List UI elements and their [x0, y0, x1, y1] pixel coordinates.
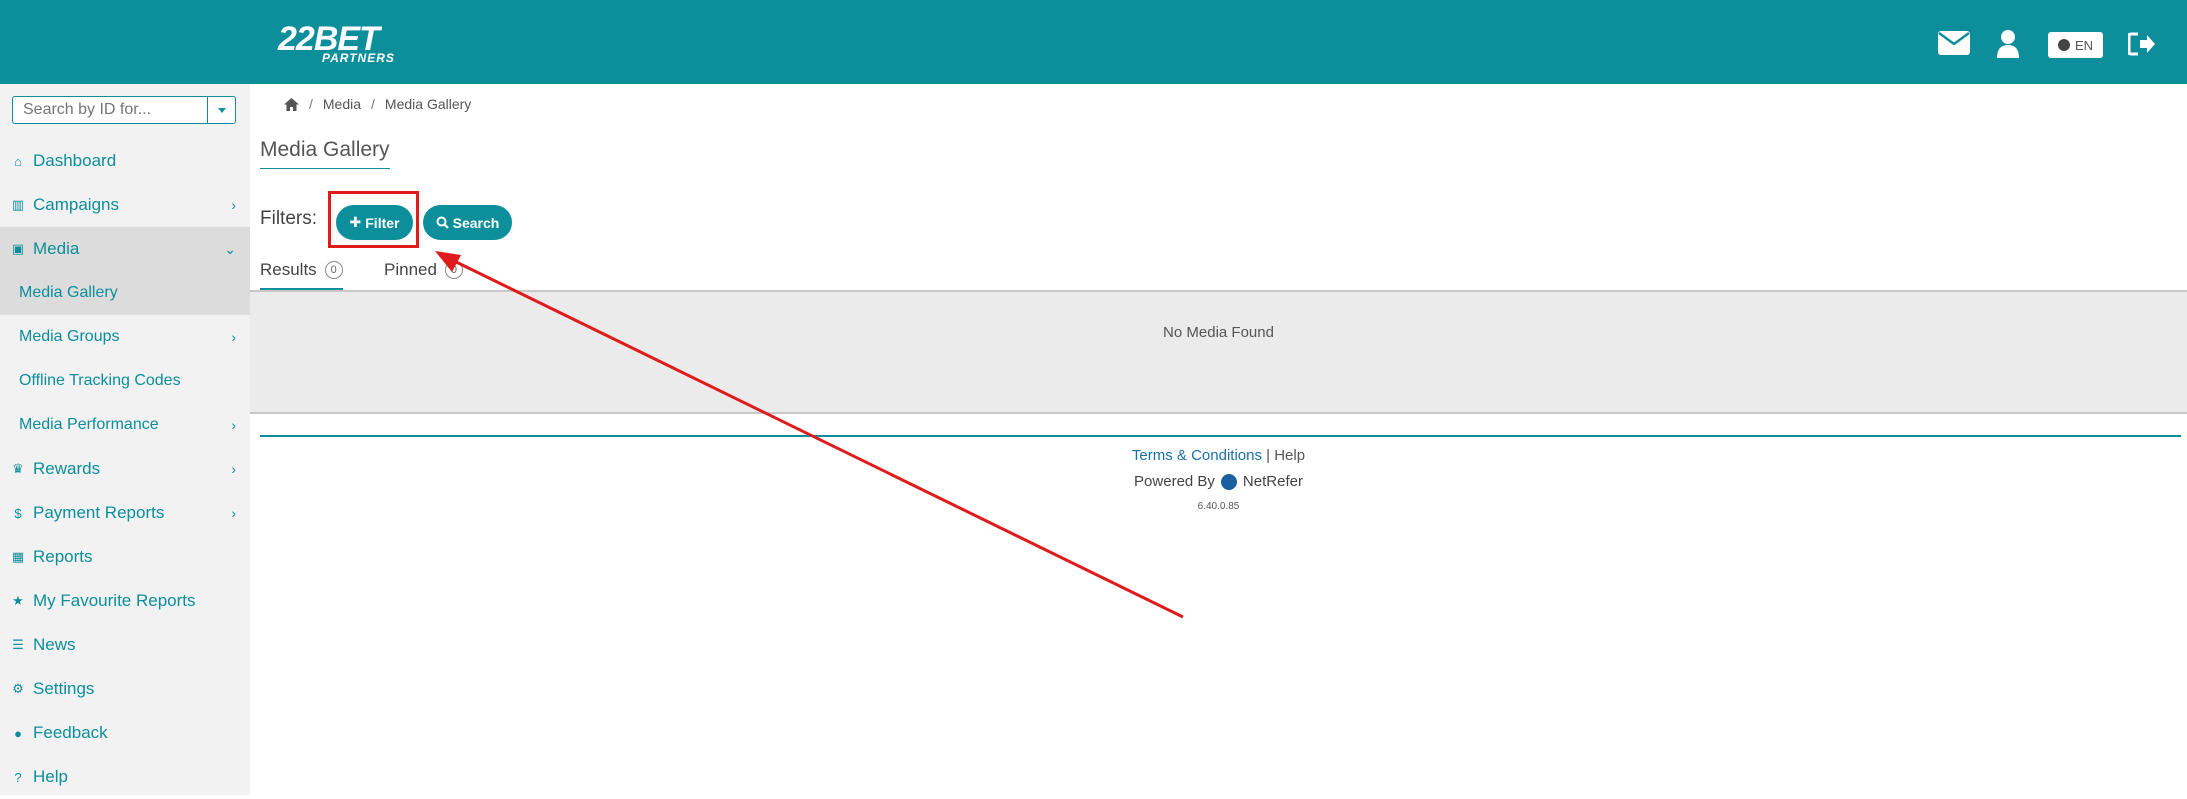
- search-button[interactable]: Search: [423, 205, 512, 240]
- chevron-right-icon: ›: [231, 329, 236, 345]
- sidebar-item-label: Help: [33, 767, 68, 786]
- search-dropdown-button[interactable]: [207, 96, 236, 124]
- count-badge: 0: [444, 261, 463, 279]
- sidebar-item-payment-reports[interactable]: $ Payment Reports ›: [0, 491, 250, 535]
- home-icon[interactable]: [284, 97, 299, 111]
- page-title: Media Gallery: [260, 138, 390, 169]
- table-icon: ▦: [11, 549, 25, 564]
- terms-link[interactable]: Terms & Conditions: [1132, 447, 1262, 464]
- brand-logo[interactable]: 22BET PARTNERS: [278, 22, 395, 64]
- footer-separator: |: [1266, 447, 1271, 464]
- sidebar-item-label: Media Performance: [19, 416, 159, 433]
- sidebar-item-media-groups[interactable]: Media Groups ›: [0, 315, 250, 359]
- breadcrumb-separator: /: [371, 96, 375, 112]
- sidebar-item-label: Media Gallery: [19, 284, 118, 301]
- globe-icon: [2057, 39, 2070, 51]
- tab-results[interactable]: Results 0: [260, 260, 343, 280]
- caret-down-icon: [217, 107, 226, 113]
- breadcrumb-item-media-gallery: Media Gallery: [384, 96, 472, 112]
- tab-label: Results: [260, 260, 317, 279]
- id-search-input[interactable]: [12, 96, 207, 124]
- top-bar: 22BET PARTNERS EN: [0, 0, 2187, 84]
- sidebar-item-label: Payment Reports: [33, 503, 165, 522]
- sidebar-item-label: Offline Tracking Codes: [19, 372, 181, 389]
- sidebar-item-media-gallery[interactable]: Media Gallery: [0, 271, 250, 315]
- sidebar-item-label: Campaigns: [33, 195, 119, 214]
- sidebar-item-offline-tracking-codes[interactable]: Offline Tracking Codes: [0, 359, 250, 403]
- sidebar-item-label: Rewards: [33, 459, 101, 478]
- logout-icon[interactable]: [2128, 32, 2156, 56]
- results-tabs: Results 0 Pinned 0: [250, 256, 2187, 292]
- trophy-icon: ♛: [12, 461, 24, 476]
- dollar-icon: $: [14, 505, 22, 521]
- language-label: EN: [2074, 37, 2094, 53]
- sidebar: ⌂ Dashboard ▥ Campaigns › ▣ Media ⌄ Medi…: [0, 84, 250, 795]
- bar-chart-icon: ▥: [11, 197, 25, 212]
- chat-icon: ●: [14, 725, 22, 741]
- language-selector[interactable]: EN: [2048, 32, 2103, 58]
- sidebar-item-reports[interactable]: ▦ Reports: [0, 535, 250, 579]
- version-label: 6.40.0.85: [1197, 501, 1240, 512]
- list-icon: ☰: [12, 637, 24, 652]
- sidebar-item-label: Feedback: [33, 723, 108, 742]
- logo-sub-text: PARTNERS: [322, 51, 395, 65]
- sidebar-item-campaigns[interactable]: ▥ Campaigns ›: [0, 183, 250, 227]
- search-button-label: Search: [452, 214, 500, 231]
- breadcrumb-item-media[interactable]: Media: [323, 96, 361, 112]
- sidebar-item-label: My Favourite Reports: [33, 591, 196, 610]
- chevron-right-icon: ›: [231, 505, 236, 521]
- breadcrumb: / Media / Media Gallery: [284, 96, 471, 112]
- sidebar-item-feedback[interactable]: ● Feedback: [0, 711, 250, 755]
- chevron-right-icon: ›: [231, 197, 236, 213]
- user-icon[interactable]: [1997, 30, 2019, 58]
- netrefer-logo-icon: [1220, 473, 1237, 490]
- sidebar-item-rewards[interactable]: ♛ Rewards ›: [0, 447, 250, 491]
- gear-icon: ⚙: [12, 681, 24, 696]
- sidebar-item-label: Settings: [33, 679, 95, 698]
- breadcrumb-separator: /: [309, 96, 313, 112]
- tab-label: Pinned: [384, 260, 437, 279]
- chevron-right-icon: ›: [231, 417, 236, 433]
- chevron-right-icon: ›: [231, 461, 236, 477]
- help-icon: ?: [14, 769, 22, 785]
- chevron-down-icon: ⌄: [224, 240, 236, 257]
- image-icon: ▣: [11, 241, 25, 256]
- sidebar-item-label: Media Groups: [19, 328, 120, 345]
- sidebar-item-media-performance[interactable]: Media Performance ›: [0, 403, 250, 447]
- star-icon: ★: [12, 593, 24, 608]
- sidebar-item-news[interactable]: ☰ News: [0, 623, 250, 667]
- sidebar-item-dashboard[interactable]: ⌂ Dashboard: [0, 139, 250, 183]
- help-link[interactable]: Help: [1274, 447, 1305, 464]
- powered-by-label: Powered By: [1134, 473, 1215, 490]
- count-badge: 0: [324, 261, 343, 279]
- tab-pinned[interactable]: Pinned 0: [384, 260, 463, 280]
- sidebar-item-settings[interactable]: ⚙ Settings: [0, 667, 250, 711]
- sidebar-item-label: News: [33, 635, 76, 654]
- id-search: [12, 96, 236, 124]
- search-icon: [436, 216, 449, 229]
- powered-by-brand: NetRefer: [1242, 473, 1303, 490]
- sidebar-item-label: Dashboard: [33, 151, 117, 170]
- sidebar-item-media[interactable]: ▣ Media ⌄: [0, 227, 250, 271]
- home-icon: ⌂: [14, 153, 22, 169]
- sidebar-item-label: Media: [33, 239, 80, 258]
- empty-state-message: No Media Found: [1163, 324, 1274, 341]
- footer-links: Terms & Conditions | Help: [250, 447, 2187, 464]
- sidebar-item-my-favourite-reports[interactable]: ★ My Favourite Reports: [0, 579, 250, 623]
- results-panel: No Media Found: [250, 290, 2187, 414]
- filters-label: Filters:: [260, 208, 317, 229]
- mail-icon[interactable]: [1938, 31, 1970, 55]
- sidebar-item-help[interactable]: ? Help: [0, 755, 250, 799]
- powered-by: Powered By NetRefer: [250, 473, 2187, 490]
- annotation-highlight-box: [328, 191, 419, 248]
- sidebar-item-label: Reports: [33, 547, 93, 566]
- footer-divider: [260, 435, 2181, 437]
